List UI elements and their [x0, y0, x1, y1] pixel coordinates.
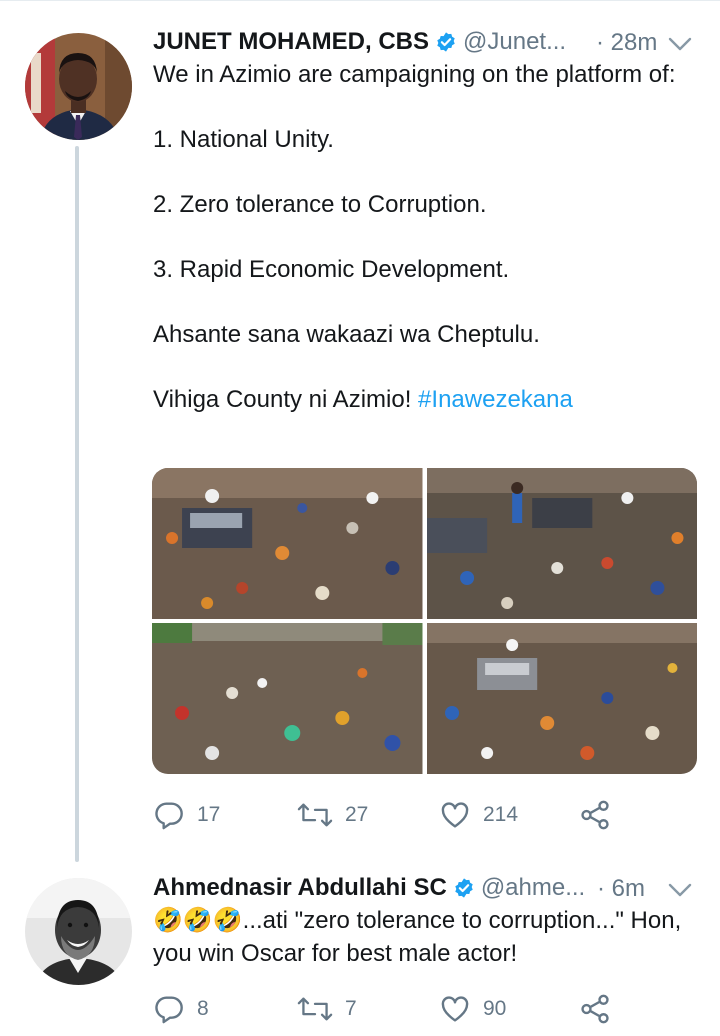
like-button[interactable]: 214	[439, 797, 518, 833]
like-count: 214	[483, 803, 519, 826]
like-button[interactable]: 90	[439, 991, 506, 1027]
tweet-actions: 17 27 214	[153, 797, 623, 833]
retweet-button[interactable]: 7	[297, 991, 357, 1027]
thread-connector	[75, 146, 79, 862]
retweet-count: 7	[345, 997, 357, 1020]
retweet-icon	[297, 803, 333, 827]
tweet-body: We in Azimio are campaigning on the plat…	[153, 59, 698, 417]
chevron-down-icon[interactable]	[667, 881, 693, 899]
rally-photo-3[interactable]	[152, 623, 423, 774]
author-name[interactable]: JUNET MOHAMED, CBS	[153, 28, 429, 56]
tweet-actions: 8 7 90	[153, 991, 623, 1027]
tweet-text-closing: Vihiga County ni Azimio! #Inawezekana	[153, 384, 698, 417]
reply-icon	[155, 996, 183, 1024]
reply-button[interactable]: 8	[153, 991, 209, 1027]
tweet-timestamp[interactable]: · 28m	[596, 29, 657, 57]
share-icon	[581, 800, 609, 830]
retweet-button[interactable]: 27	[297, 797, 368, 833]
verified-badge-icon	[455, 878, 473, 898]
tweet-timestamp[interactable]: · 6m	[597, 875, 645, 903]
author-handle[interactable]: @ahme...	[481, 874, 585, 902]
chevron-down-icon[interactable]	[667, 35, 693, 53]
reply-icon	[155, 802, 183, 830]
tweet-text-thanks: Ahsante sana wakaazi wa Cheptulu.	[153, 321, 540, 348]
reply-count: 8	[197, 997, 209, 1020]
rally-photo-2[interactable]	[426, 468, 698, 619]
hashtag-link[interactable]: #Inawezekana	[418, 386, 573, 413]
avatar-junet[interactable]	[25, 33, 132, 140]
rally-photo-4[interactable]	[426, 623, 698, 774]
like-icon	[441, 996, 469, 1022]
like-count: 90	[483, 997, 507, 1020]
reply-button[interactable]: 17	[153, 797, 220, 833]
share-button[interactable]	[578, 797, 624, 833]
verified-badge-icon	[437, 32, 455, 52]
tweet-header: Ahmednasir Abdullahi SC @ahme...	[153, 873, 585, 903]
retweet-icon	[297, 997, 333, 1021]
share-button[interactable]	[578, 991, 624, 1027]
top-divider	[0, 0, 720, 1]
reply-count: 17	[197, 803, 221, 826]
tweet-text-point1: 1. National Unity.	[153, 126, 334, 153]
avatar-ahmednasir[interactable]	[25, 878, 132, 985]
retweet-count: 27	[345, 803, 369, 826]
emoji-text: 🤣🤣🤣	[153, 907, 243, 934]
closing-text: Vihiga County ni Azimio!	[153, 386, 412, 413]
like-icon	[441, 802, 469, 828]
tweet-text-point2: 2. Zero tolerance to Corruption.	[153, 191, 487, 218]
author-name[interactable]: Ahmednasir Abdullahi SC	[153, 874, 447, 902]
tweet-header: JUNET MOHAMED, CBS @Junet...	[153, 27, 566, 57]
rally-photo-1[interactable]	[152, 468, 423, 619]
author-handle[interactable]: @Junet...	[463, 28, 566, 56]
tweet-text-intro: We in Azimio are campaigning on the plat…	[153, 61, 676, 88]
share-icon	[581, 994, 609, 1024]
tweet-body: 🤣🤣🤣...ati "zero tolerance to corruption.…	[153, 905, 698, 970]
tweet-text-point3: 3. Rapid Economic Development.	[153, 256, 510, 283]
media-grid	[152, 468, 697, 774]
